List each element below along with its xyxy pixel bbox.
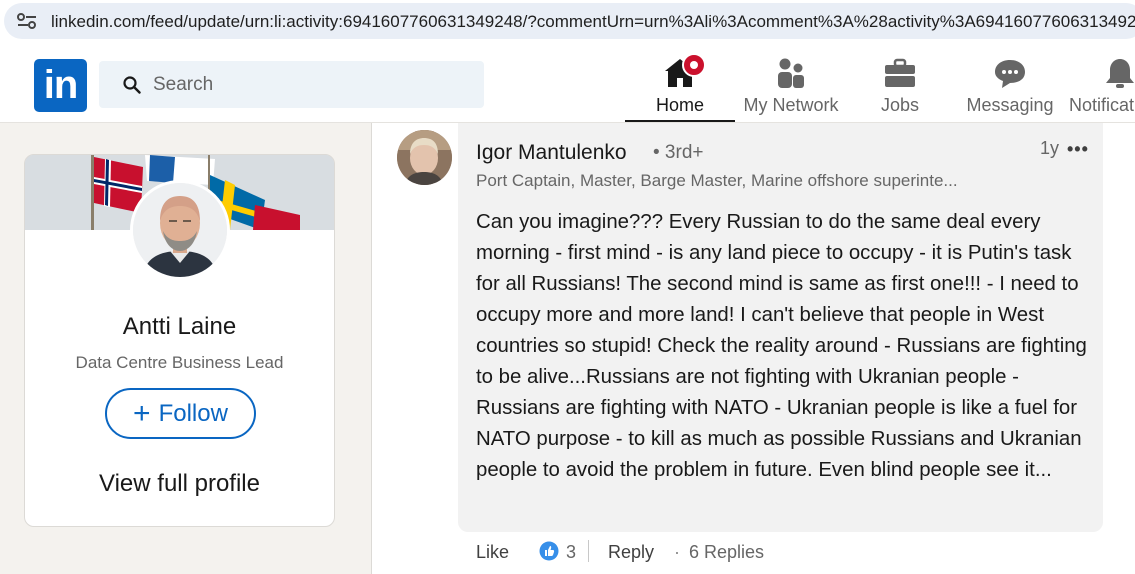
chat-icon — [995, 60, 1025, 88]
like-reaction-icon — [539, 541, 559, 561]
nav-messaging-label: Messaging — [966, 95, 1054, 115]
url-text[interactable]: linkedin.com/feed/update/urn:li:activity… — [51, 12, 1135, 32]
linkedin-header: in Home My Network Jobs — [0, 44, 1135, 123]
notification-badge — [682, 53, 706, 77]
commenter-headline: Port Captain, Master, Barge Master, Mari… — [476, 171, 958, 190]
action-divider — [588, 540, 589, 562]
nav-notifications[interactable]: Notificat — [1066, 52, 1135, 122]
bell-icon — [1106, 59, 1134, 88]
follow-label: Follow — [158, 399, 228, 427]
comment-section: Igor Mantulenko • 3rd+ Port Captain, Mas… — [371, 123, 1135, 574]
profile-headline: Data Centre Business Lead — [75, 353, 284, 372]
nav-jobs-label: Jobs — [880, 95, 920, 115]
plus-icon: + — [133, 396, 151, 430]
browser-address-bar: linkedin.com/feed/update/urn:li:activity… — [0, 0, 1135, 44]
view-full-profile-link[interactable]: View full profile — [25, 470, 334, 498]
linkedin-logo[interactable]: in — [34, 59, 87, 112]
like-count[interactable]: 3 — [566, 542, 576, 563]
nav-notifications-label: Notificat — [1069, 95, 1135, 115]
search-input[interactable] — [153, 72, 453, 98]
commenter-photo — [397, 130, 452, 185]
comment-text: Can you imagine??? Every Russian to do t… — [476, 211, 1087, 481]
comment-timestamp: 1y — [1040, 138, 1060, 158]
people-icon — [778, 58, 804, 88]
search-box[interactable] — [99, 61, 484, 108]
briefcase-icon — [885, 58, 915, 87]
profile-photo — [133, 183, 227, 277]
profile-avatar[interactable] — [130, 180, 230, 280]
nav-messaging[interactable]: Messaging — [960, 52, 1060, 122]
reply-button[interactable]: Reply — [608, 542, 654, 563]
site-settings-icon[interactable] — [16, 13, 38, 29]
url-field[interactable]: linkedin.com/feed/update/urn:li:activity… — [4, 3, 1135, 39]
comment-bubble: Igor Mantulenko • 3rd+ Port Captain, Mas… — [458, 123, 1103, 532]
replies-count-link[interactable]: 6 Replies — [689, 542, 764, 563]
search-icon — [123, 76, 141, 94]
nav-my-network[interactable]: My Network — [736, 52, 846, 122]
nav-home-label: Home — [655, 95, 704, 115]
like-button[interactable]: Like — [476, 542, 509, 563]
more-options-icon[interactable]: ••• — [1067, 139, 1089, 160]
separator-dot: · — [674, 542, 680, 562]
nav-jobs[interactable]: Jobs — [855, 52, 945, 122]
commenter-name[interactable]: Igor Mantulenko — [476, 141, 627, 165]
commenter-avatar[interactable] — [397, 130, 452, 185]
nav-my-network-label: My Network — [743, 95, 839, 115]
profile-card: Antti Laine Data Centre Business Lead + … — [24, 154, 335, 527]
follow-button[interactable]: + Follow — [105, 388, 256, 439]
connection-degree: • 3rd+ — [653, 142, 704, 163]
nav-home[interactable]: Home — [625, 52, 735, 122]
profile-name[interactable]: Antti Laine — [25, 313, 334, 341]
